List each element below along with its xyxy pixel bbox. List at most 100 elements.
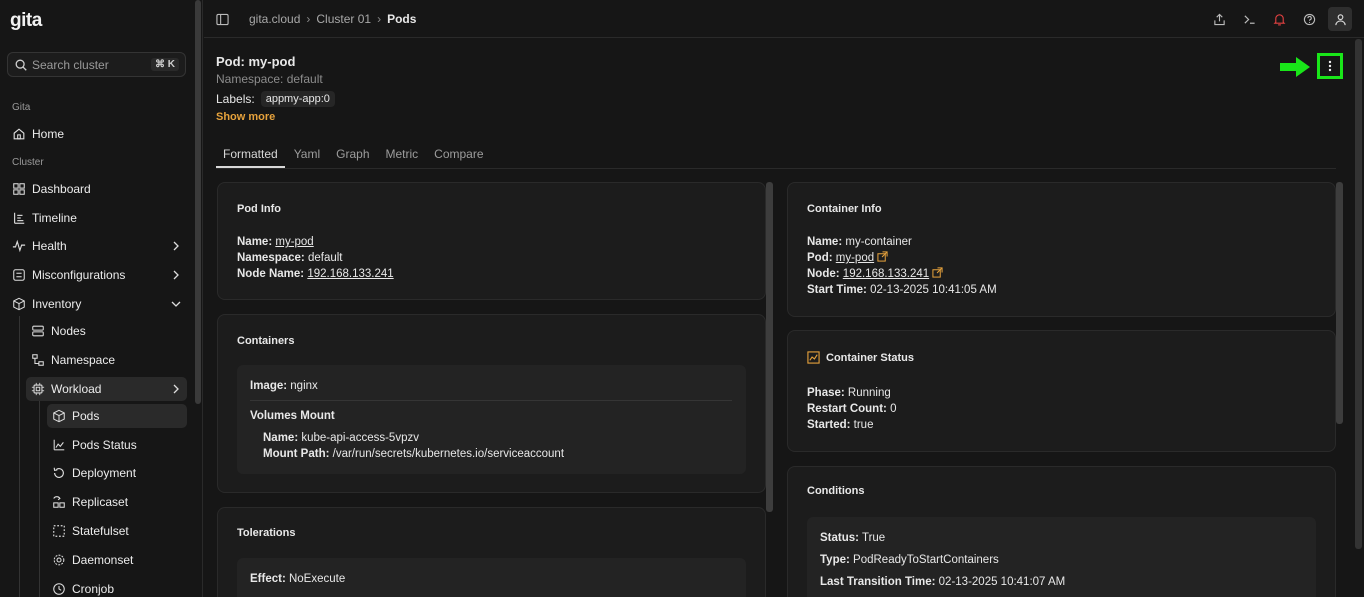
page-title: Pod: my-pod (216, 54, 296, 69)
field-key: Image: (250, 380, 288, 392)
container-pod-row: Pod: my-pod (807, 250, 888, 266)
upload-button[interactable] (1208, 8, 1230, 30)
user-menu-button[interactable] (1328, 7, 1352, 31)
image-row: Image: nginx (250, 378, 318, 394)
field-key: Effect: (250, 573, 286, 585)
pod-name-row: Name: my-pod (237, 234, 314, 250)
sidebar-item-nodes[interactable]: Nodes (26, 319, 187, 343)
chevron-right-icon (173, 384, 179, 394)
node-name-link[interactable]: 192.168.133.241 (307, 268, 393, 280)
sidebar-item-deployment[interactable]: Deployment (47, 461, 187, 485)
pod-name-link[interactable]: my-pod (275, 236, 313, 248)
sidebar-item-label: Health (32, 239, 67, 253)
field-key: Start Time: (807, 284, 867, 296)
grid-icon (13, 183, 25, 195)
cube-icon (53, 409, 65, 423)
sidebar-item-timeline[interactable]: Timeline (7, 206, 187, 230)
external-link-icon[interactable] (932, 267, 943, 278)
left-column-scrollbar[interactable] (766, 182, 773, 512)
field-key: Node: (807, 268, 840, 280)
sidebar-item-label: Timeline (32, 211, 77, 225)
sidebar-item-namespace[interactable]: Namespace (26, 348, 187, 372)
chart-icon (807, 351, 820, 364)
label-chip: appmy-app:0 (260, 91, 335, 107)
condition-item: Status: True Type: PodReadyToStartContai… (807, 517, 1316, 597)
pod-link[interactable]: my-pod (836, 252, 874, 264)
search-input[interactable]: Search cluster ⌘ K (7, 52, 186, 77)
sidebar-item-statefulset[interactable]: Statefulset (47, 519, 187, 543)
chart-icon (53, 439, 65, 451)
field-value: NoExecute (288, 573, 346, 585)
sidebar-item-health[interactable]: Health (7, 234, 187, 258)
tab-metric[interactable]: Metric (379, 141, 426, 168)
field-value: 0 (890, 403, 897, 415)
card-title: Container Status (807, 351, 914, 364)
sidebar-item-label: Pods (72, 409, 100, 423)
labels-label: Labels: (216, 92, 255, 106)
field-key: Mount Path: (263, 448, 330, 460)
field-key: Namespace: (237, 252, 305, 264)
effect-row: Effect: NoExecute (250, 571, 345, 587)
mount-path-row: Mount Path: /var/run/secrets/kubernetes.… (263, 446, 564, 462)
field-value: Running (847, 387, 891, 399)
sidebar-item-workload[interactable]: Workload (26, 377, 187, 401)
more-actions-button[interactable] (1317, 53, 1343, 79)
app-root: gita Search cluster ⌘ K Gita Home Cluste… (0, 0, 1364, 597)
sidebar-item-label: Misconfigurations (32, 268, 126, 282)
sidebar-item-daemonset[interactable]: Daemonset (47, 548, 187, 572)
sidebar-item-label: Workload (51, 382, 102, 396)
field-value: True (861, 532, 886, 544)
sidebar-scrollbar[interactable] (195, 0, 201, 404)
right-column-scrollbar[interactable] (1336, 182, 1343, 424)
sidebar-item-replicaset[interactable]: Replicaset (47, 490, 187, 514)
show-more-link[interactable]: Show more (216, 111, 275, 123)
page-scrollbar[interactable] (1355, 39, 1362, 549)
external-link-icon[interactable] (877, 251, 888, 262)
container-info-card: Container Info Name: my-container Pod: m… (787, 182, 1336, 317)
sidebar-item-label: Dashboard (32, 182, 91, 196)
terminal-button[interactable] (1238, 8, 1260, 30)
dashed-square-icon (53, 525, 65, 537)
search-shortcut: ⌘ K (151, 58, 179, 71)
section-cluster: Cluster (12, 157, 44, 168)
breadcrumb-item[interactable]: Cluster 01 (316, 12, 371, 26)
card-title: Containers (237, 335, 295, 347)
sidebar-toggle-icon[interactable] (216, 13, 229, 26)
main-content: Pod: my-pod Namespace: default Labels: a… (204, 39, 1364, 597)
tab-formatted[interactable]: Formatted (216, 141, 285, 168)
activity-icon (12, 239, 26, 253)
pod-namespace-row: Namespace: default (237, 250, 343, 266)
field-key: Started: (807, 419, 851, 431)
tab-graph[interactable]: Graph (329, 141, 376, 168)
sidebar-item-label: Inventory (32, 297, 82, 311)
field-value: PodReadyToStartContainers (853, 554, 999, 566)
sidebar-item-home[interactable]: Home (7, 122, 187, 146)
logo: gita (10, 10, 42, 31)
sidebar-item-pods-status[interactable]: Pods Status (47, 433, 187, 457)
notifications-button[interactable] (1268, 8, 1290, 30)
tab-yaml[interactable]: Yaml (287, 141, 327, 168)
sidebar-item-pods[interactable]: Pods (47, 404, 187, 428)
field-value: kube-api-access-5vpzv (301, 432, 419, 444)
help-icon (1303, 13, 1315, 25)
help-button[interactable] (1298, 8, 1320, 30)
field-key: Status: (820, 532, 859, 544)
field-value: /var/run/secrets/kubernetes.io/serviceac… (332, 448, 565, 460)
tab-bar: Formatted Yaml Graph Metric Compare (216, 141, 1336, 169)
sidebar-item-misconfigurations[interactable]: Misconfigurations (7, 263, 187, 287)
chevron-down-icon (171, 301, 181, 307)
container-node-row: Node: 192.168.133.241 (807, 266, 943, 282)
sidebar-item-cronjob[interactable]: Cronjob (47, 577, 187, 597)
more-vertical-icon (1328, 60, 1332, 72)
cpu-icon (31, 382, 45, 396)
breadcrumb-item[interactable]: gita.cloud (249, 12, 300, 26)
sidebar-item-label: Nodes (51, 324, 86, 338)
home-icon (13, 128, 25, 140)
sidebar-item-dashboard[interactable]: Dashboard (7, 177, 187, 201)
terminal-icon (1243, 14, 1255, 24)
sidebar-item-inventory[interactable]: Inventory (7, 292, 187, 316)
box-icon (13, 297, 25, 311)
node-link[interactable]: 192.168.133.241 (843, 268, 929, 280)
tab-compare[interactable]: Compare (427, 141, 490, 168)
breadcrumb: gita.cloud › Cluster 01 › Pods (216, 12, 416, 26)
